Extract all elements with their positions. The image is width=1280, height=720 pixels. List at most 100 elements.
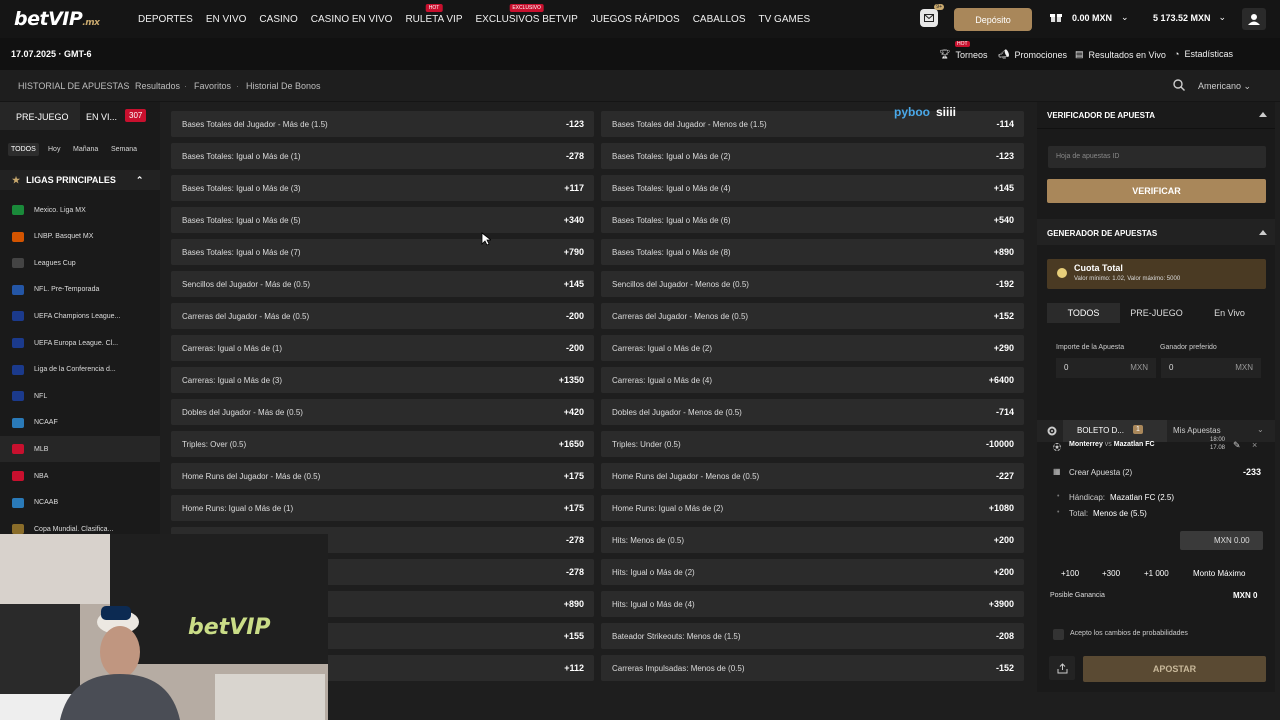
user-account-button[interactable]	[1242, 8, 1266, 30]
market-odds-button[interactable]: Bases Totales: Igual o Más de (2) -123	[601, 143, 1024, 169]
nav-item-6[interactable]: JUEGOS RÁPIDOS	[591, 14, 680, 25]
sidebar-league-item[interactable]: NFL	[0, 383, 160, 409]
tab-live[interactable]: EN VI...	[86, 112, 117, 122]
odds-format-select[interactable]: Americano ⌄	[1198, 81, 1251, 92]
tab-prejuego[interactable]: PRE-JUEGO	[1120, 303, 1193, 323]
share-button[interactable]	[1049, 656, 1075, 680]
filter-semana[interactable]: Semana	[108, 143, 140, 156]
sidebar-league-item[interactable]: Liga de la Conferencia d...	[0, 357, 160, 383]
nav-item-4[interactable]: RULETA VIP HOT	[405, 3, 463, 25]
sidebar-league-item[interactable]: NCAAF	[0, 410, 160, 436]
resultados-link[interactable]: ▤ Resultados en Vivo	[1075, 49, 1166, 60]
quick-stake-300[interactable]: +300	[1102, 569, 1120, 578]
verify-button[interactable]: VERIFICAR	[1047, 179, 1266, 203]
quick-stake-100[interactable]: +100	[1061, 569, 1079, 578]
market-odds-button[interactable]: Bases Totales: Igual o Más de (8) +890	[601, 239, 1024, 265]
chevron-up-icon[interactable]	[1259, 112, 1267, 117]
accept-odds-checkbox[interactable]	[1053, 629, 1064, 640]
place-bet-button[interactable]: APOSTAR	[1083, 656, 1266, 682]
tab-en-vivo[interactable]: En Vivo	[1193, 303, 1266, 323]
market-odds-button[interactable]: Sencillos del Jugador - Menos de (0.5) -1…	[601, 271, 1024, 297]
market-odds-button[interactable]: Triples: Over (0.5) +1650	[171, 431, 594, 457]
market-odds-button[interactable]: Dobles del Jugador - Menos de (0.5) -714	[601, 399, 1024, 425]
bet-id-input[interactable]: Hoja de apuestas ID	[1048, 146, 1266, 168]
stake-input[interactable]: MXN 0.00	[1180, 531, 1263, 550]
sidebar-league-item[interactable]: LNBP. Basquet MX	[0, 224, 160, 250]
nav-item-0[interactable]: DEPORTES	[138, 14, 193, 25]
market-odds-button[interactable]: Carreras: Igual o Más de (2) +290	[601, 335, 1024, 361]
max-stake-button[interactable]: Monto Máximo	[1193, 569, 1245, 578]
market-odds-button[interactable]: Bateador Strikeouts: Menos de (1.5) -208	[601, 623, 1024, 649]
breadcrumb-historial-apuestas[interactable]: HISTORIAL DE APUESTAS	[18, 81, 129, 91]
nav-item-7[interactable]: CABALLOS	[693, 14, 746, 25]
sidebar-league-item[interactable]: NCAAB	[0, 490, 160, 516]
close-icon[interactable]: ×	[1252, 440, 1257, 450]
market-odds-button[interactable]: Bases Totales: Igual o Más de (7) +790	[171, 239, 594, 265]
chevron-up-icon[interactable]	[1259, 230, 1267, 235]
market-odds-button[interactable]: Carreras del Jugador - Más de (0.5) -200	[171, 303, 594, 329]
promociones-link[interactable]: 📣︎ Promociones	[998, 49, 1067, 60]
breadcrumb-favoritos[interactable]: Favoritos	[194, 81, 231, 91]
messages-button[interactable]: 9+	[920, 4, 944, 27]
tab-boleto[interactable]: BOLETO D...	[1077, 426, 1124, 435]
estadisticas-link[interactable]: ◔ Estadísticas	[1174, 49, 1233, 59]
market-odds-button[interactable]: Carreras: Igual o Más de (3) +1350	[171, 367, 594, 393]
market-odds-button[interactable]: Bases Totales: Igual o Más de (1) -278	[171, 143, 594, 169]
market-odds-button[interactable]: Bases Totales del Jugador - Más de (1.5)…	[171, 111, 594, 137]
tab-todos[interactable]: TODOS	[1047, 303, 1120, 323]
market-odds-button[interactable]: Home Runs: Igual o Más de (2) +1080	[601, 495, 1024, 521]
market-odds-button[interactable]: Carreras: Igual o Más de (1) -200	[171, 335, 594, 361]
main-balance-dropdown[interactable]: 5 173.52 MXN ⌄	[1153, 12, 1226, 23]
settings-gear-icon[interactable]	[1046, 425, 1058, 437]
market-odds-button[interactable]: Home Runs: Igual o Más de (1) +175	[171, 495, 594, 521]
sidebar-league-item[interactable]: NFL. Pre-Temporada	[0, 277, 160, 303]
nav-item-3[interactable]: CASINO EN VIVO	[311, 14, 393, 25]
nav-item-5[interactable]: EXCLUSIVOS BETVIP EXCLUSIVO	[476, 3, 578, 25]
market-odds-button[interactable]: Hits: Menos de (0.5) +200	[601, 527, 1024, 553]
market-odds-button[interactable]: Bases Totales: Igual o Más de (5) +340	[171, 207, 594, 233]
market-odds-button[interactable]: Carreras: Igual o Más de (4) +6400	[601, 367, 1024, 393]
breadcrumb-resultados[interactable]: Resultados	[135, 81, 180, 91]
torneos-link[interactable]: 🏆︎ Torneos HOT	[939, 41, 987, 60]
market-odds-button[interactable]: Bases Totales: Igual o Más de (6) +540	[601, 207, 1024, 233]
sidebar-league-item[interactable]: UEFA Champions League...	[0, 303, 160, 329]
market-odds-button[interactable]: Carreras del Jugador - Menos de (0.5) +15…	[601, 303, 1024, 329]
market-odds-button[interactable]: Carreras Impulsadas: Menos de (0.5) -152	[601, 655, 1024, 681]
quick-stake-1000[interactable]: +1 000	[1144, 569, 1169, 578]
sidebar-league-item[interactable]: UEFA Europa League. Cl...	[0, 330, 160, 356]
search-icon[interactable]	[1173, 79, 1185, 91]
sidebar-league-item[interactable]: Mexico. Liga MX	[0, 197, 160, 223]
market-odds-button[interactable]: Home Runs del Jugador - Menos de (0.5) -2…	[601, 463, 1024, 489]
nav-item-1[interactable]: EN VIVO	[206, 14, 247, 25]
market-odds-button[interactable]: Sencillos del Jugador - Más de (0.5) +145	[171, 271, 594, 297]
market-odds-button[interactable]: Home Runs del Jugador - Más de (0.5) +175	[171, 463, 594, 489]
market-odds-button[interactable]: Bases Totales: Igual o Más de (3) +117	[171, 175, 594, 201]
ligas-principales-header[interactable]: ★ LIGAS PRINCIPALES ⌃	[0, 170, 160, 190]
nav-item-8[interactable]: TV GAMES	[759, 14, 811, 25]
breadcrumb-historial-bonos[interactable]: Historial De Bonos	[246, 81, 321, 91]
tab-prematch[interactable]: PRE-JUEGO	[16, 112, 69, 122]
betvip-logo[interactable]: betVIP.mx	[14, 8, 100, 30]
importe-input[interactable]: 0 MXN	[1056, 358, 1156, 378]
tab-mis-apuestas[interactable]: Mis Apuestas	[1173, 426, 1221, 435]
market-odds-button[interactable]: Hits: Igual o Más de (2) +200	[601, 559, 1024, 585]
market-odds-button[interactable]: Hits: Igual o Más de (4) +3900	[601, 591, 1024, 617]
bonus-balance-dropdown[interactable]: 0.00 MXN ⌄	[1050, 12, 1129, 23]
market-odds-button[interactable]: Bases Totales del Jugador - Menos de (1.…	[601, 111, 1024, 137]
edit-pencil-icon[interactable]: ✎	[1233, 440, 1241, 451]
sidebar-league-item[interactable]: Copa Mundial. Clasifica...	[0, 516, 160, 534]
market-odds-button[interactable]: Triples: Under (0.5) -10000	[601, 431, 1024, 457]
sidebar-league-item[interactable]: NBA	[0, 463, 160, 489]
filter-todos[interactable]: TODOS	[8, 143, 39, 156]
sidebar-league-item[interactable]: Leagues Cup	[0, 250, 160, 276]
filter-hoy[interactable]: Hoy	[45, 143, 63, 156]
chevron-down-icon[interactable]: ⌄	[1257, 425, 1264, 434]
ganador-input[interactable]: 0 MXN	[1161, 358, 1261, 378]
market-odds-button[interactable]: Dobles del Jugador - Más de (0.5) +420	[171, 399, 594, 425]
filter-manana[interactable]: Mañana	[70, 143, 101, 156]
market-odds-button[interactable]: Bases Totales: Igual o Más de (4) +145	[601, 175, 1024, 201]
nav-item-2[interactable]: CASINO	[259, 14, 297, 25]
deposit-button[interactable]: Depósito	[954, 8, 1032, 31]
sidebar-league-item[interactable]: MLB	[0, 436, 160, 463]
market-label: Carreras: Igual o Más de (4)	[612, 375, 713, 385]
